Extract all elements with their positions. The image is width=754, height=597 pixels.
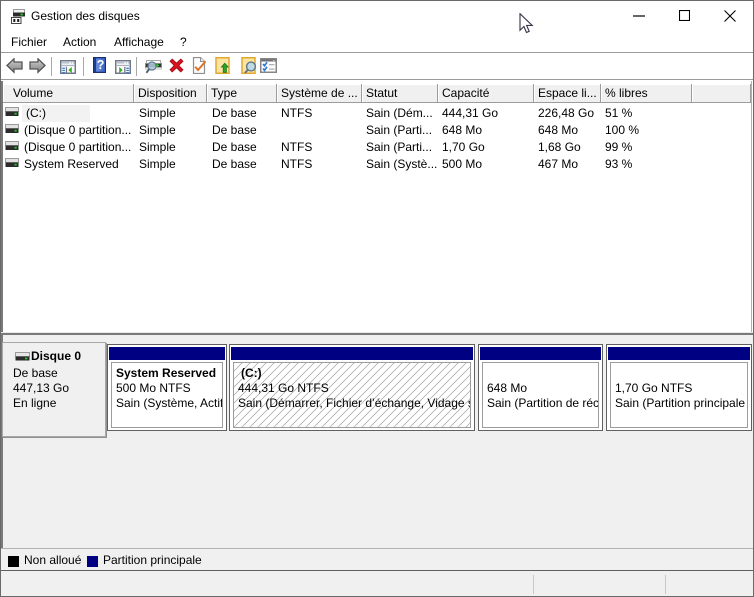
svg-text:?: ? [97,58,105,72]
